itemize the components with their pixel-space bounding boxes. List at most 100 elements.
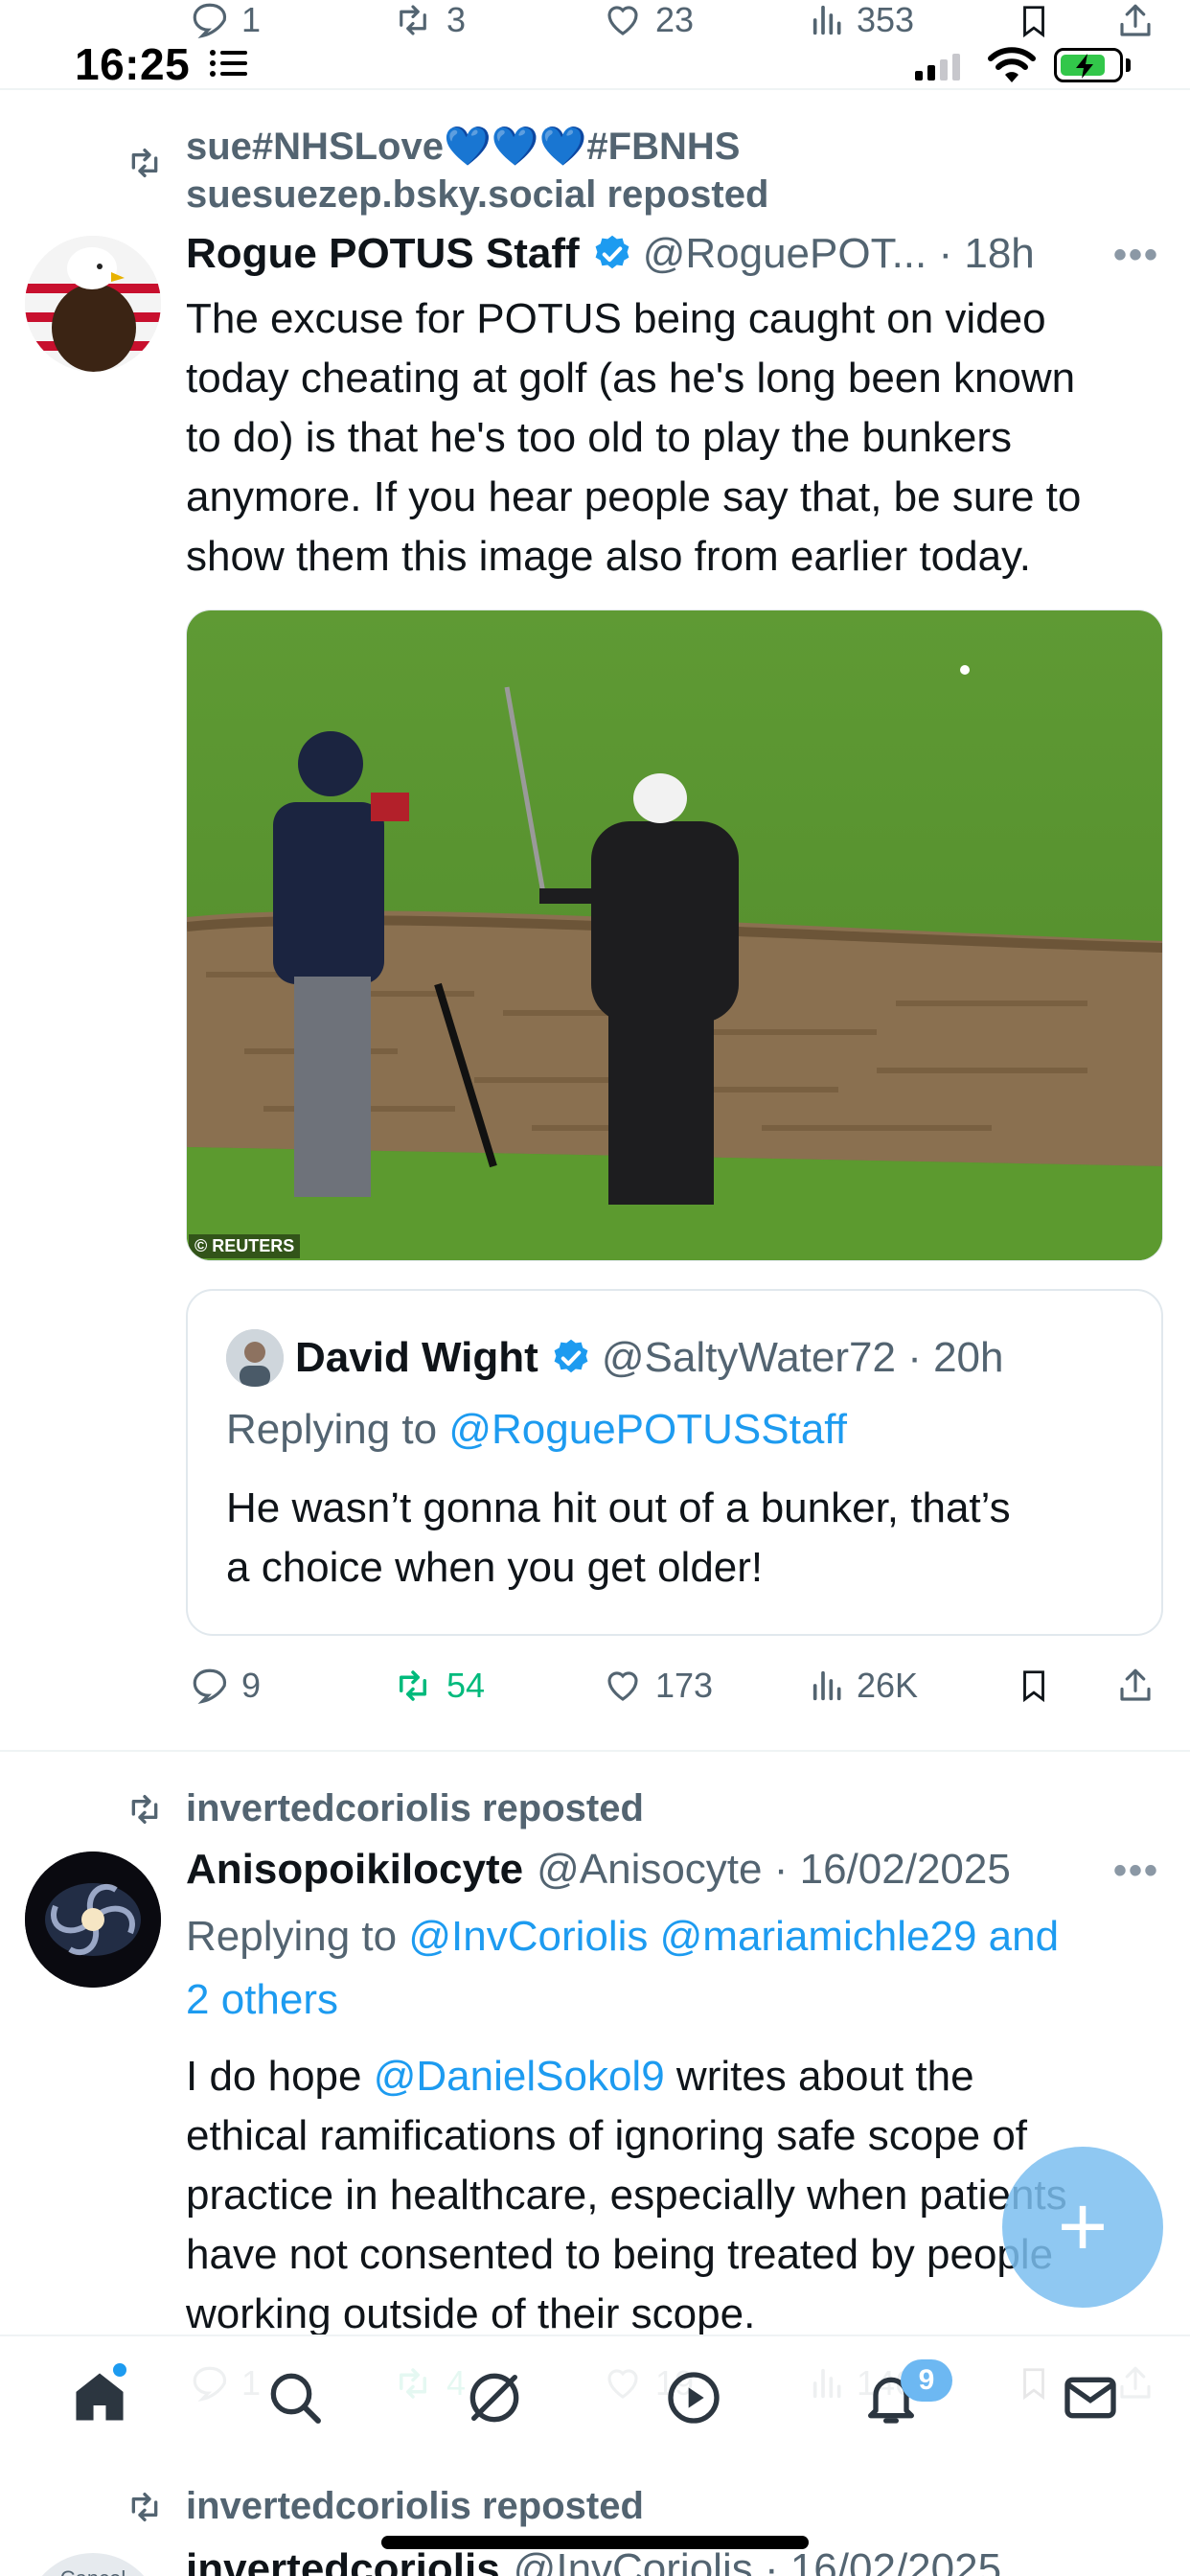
tweet-text-segment: I do hope — [186, 2053, 374, 2100]
reply-icon — [193, 3, 227, 38]
like-button[interactable]: 173 — [600, 1666, 713, 1706]
search-icon[interactable] — [264, 2367, 326, 2428]
tweet-text-line: ethical ramifications of ignoring safe s… — [186, 2112, 1028, 2159]
bookmark-icon — [1023, 6, 1044, 38]
repost-button[interactable]: 3 — [389, 0, 466, 40]
bookmark-button[interactable] — [1016, 0, 1052, 42]
repost-icon — [131, 1795, 158, 1824]
replying-to: Replying to @InvCoriolis @mariamichle29 … — [186, 1907, 1173, 2030]
mention-link[interactable]: @DanielSokol9 — [374, 2053, 665, 2100]
like-count: 23 — [655, 0, 695, 39]
reply-icon — [193, 1668, 227, 1704]
media-credit: © REUTERS — [189, 1234, 301, 1258]
verified-badge-icon — [554, 1339, 588, 1373]
verified-badge-icon — [595, 235, 629, 269]
quoted-tweet[interactable]: David Wight @SaltyWater72 · 20h Replying… — [186, 1289, 1163, 1636]
replying-to-prefix: Replying to — [226, 1406, 449, 1453]
bookmark-icon — [1023, 1670, 1044, 1703]
repost-icon — [400, 1670, 426, 1701]
replying-to-prefix: Replying to — [186, 1913, 409, 1960]
grok-icon[interactable] — [464, 2367, 525, 2428]
heart-icon — [607, 6, 638, 35]
avatar[interactable]: Cancel — [25, 2553, 161, 2576]
avatar[interactable] — [226, 1329, 284, 1387]
reposter-handle[interactable]: suesuezep.bsky.social reposted — [186, 171, 768, 218]
author-name[interactable]: invertedcoriolis — [186, 2545, 500, 2576]
heart-icon — [607, 1671, 638, 1701]
share-button[interactable] — [1115, 0, 1156, 42]
quote-author-name[interactable]: David Wight — [295, 1334, 538, 1382]
replying-to: Replying to @RoguePOTUSStaff — [226, 1406, 847, 1454]
views-button[interactable]: 26K — [809, 1666, 918, 1706]
home-icon[interactable] — [69, 2367, 130, 2426]
divider — [0, 88, 1190, 90]
status-time: 16:25 — [75, 39, 191, 89]
galaxy-avatar-image — [25, 1852, 161, 1988]
plus-icon: + — [1057, 2178, 1109, 2275]
tweet-image[interactable]: © REUTERS — [186, 610, 1163, 1261]
avatar[interactable] — [25, 236, 161, 372]
reply-count: 1 — [241, 0, 262, 39]
repost-count: 3 — [446, 0, 467, 39]
tweet-text-line: The excuse for POTUS being caught on vid… — [186, 295, 1046, 342]
profile-avatar-image — [226, 1329, 284, 1387]
like-button[interactable]: 23 — [600, 0, 694, 40]
tweet-text-line: show them this image also from earlier t… — [186, 533, 1031, 580]
avatar-label: Cancel — [60, 2566, 126, 2576]
replying-to-link[interactable]: @RoguePOTUSStaff — [448, 1406, 847, 1453]
golf-bunker-photo — [187, 610, 1162, 1260]
quote-text-line: He wasn’t gonna hit out of a bunker, tha… — [226, 1484, 1011, 1531]
like-count: 173 — [655, 1666, 714, 1705]
share-icon — [1120, 4, 1151, 36]
repost-attribution: invertedcoriolis reposted — [123, 2482, 644, 2530]
home-indicator[interactable] — [381, 2536, 809, 2549]
views-icon — [812, 1670, 841, 1701]
author-handle[interactable]: @InvCoriolis · 16/02/2025 — [514, 2545, 1001, 2576]
tweet-header: Rogue POTUS Staff @RoguePOT... · 18h — [186, 230, 1035, 278]
compose-button[interactable]: + — [1002, 2147, 1163, 2308]
share-button[interactable] — [1115, 1664, 1156, 1708]
play-icon[interactable] — [663, 2367, 724, 2428]
reply-button[interactable]: 9 — [188, 1666, 261, 1706]
eagle-avatar-image — [25, 236, 161, 372]
tweet-text-line: today cheating at golf (as he's long bee… — [186, 355, 1076, 402]
author-name[interactable]: Anisopoikilocyte — [186, 1846, 523, 1894]
reposter-name[interactable]: invertedcoriolis reposted — [186, 2482, 644, 2530]
tweet-header: Anisopoikilocyte @Anisocyte · 16/02/2025 — [186, 1846, 1011, 1894]
views-count: 353 — [857, 0, 915, 39]
views-button[interactable]: 353 — [809, 0, 914, 40]
tweet-text-line: anymore. If you hear people say that, be… — [186, 473, 1082, 520]
author-name[interactable]: Rogue POTUS Staff — [186, 230, 580, 278]
quote-text: He wasn’t gonna hit out of a bunker, tha… — [226, 1479, 1127, 1598]
repost-button[interactable]: 54 — [389, 1666, 485, 1706]
repost-icon — [400, 5, 426, 35]
tweet-text: The excuse for POTUS being caught on vid… — [186, 289, 1173, 586]
replying-to-link[interactable]: 2 others — [186, 1970, 1173, 2030]
replying-to-link[interactable]: @InvCoriolis @mariamichle29 and — [408, 1913, 1059, 1960]
tweet-text-segment: writes about the — [664, 2053, 974, 2100]
bookmark-button[interactable] — [1016, 1664, 1052, 1708]
more-options-icon[interactable]: ••• — [1113, 1850, 1159, 1893]
reply-button[interactable]: 1 — [188, 0, 261, 40]
repost-attribution: sue#NHSLove💙💙💙#FBNHS suesuezep.bsky.soci… — [123, 123, 768, 218]
views-count: 26K — [857, 1666, 919, 1705]
reposter-name[interactable]: invertedcoriolis reposted — [186, 1784, 644, 1832]
reposter-name[interactable]: sue#NHSLove💙💙💙#FBNHS — [186, 123, 768, 171]
more-options-icon[interactable]: ••• — [1113, 234, 1159, 277]
author-handle[interactable]: @RoguePOT... · 18h — [643, 230, 1035, 278]
tweet-divider — [0, 1750, 1190, 1752]
reply-count: 9 — [241, 1666, 262, 1705]
avatar[interactable] — [25, 1852, 161, 1988]
repost-icon — [131, 149, 158, 177]
tweet3: invertedcoriolis reposted Cancel inverte… — [0, 2453, 1190, 2576]
author-handle[interactable]: @Anisocyte · 16/02/2025 — [537, 1846, 1011, 1894]
battery-cap — [1126, 58, 1131, 72]
share-icon — [1120, 1668, 1151, 1701]
quote-author-handle[interactable]: @SaltyWater72 · 20h — [602, 1334, 1004, 1382]
views-icon — [812, 5, 841, 35]
notifications-badge: 9 — [901, 2359, 952, 2402]
mail-icon[interactable] — [1060, 2367, 1121, 2428]
battery-icon — [1054, 48, 1123, 82]
repost-count: 54 — [446, 1666, 486, 1705]
tweet-text-line: to do) is that he's too old to play the … — [186, 414, 1013, 461]
